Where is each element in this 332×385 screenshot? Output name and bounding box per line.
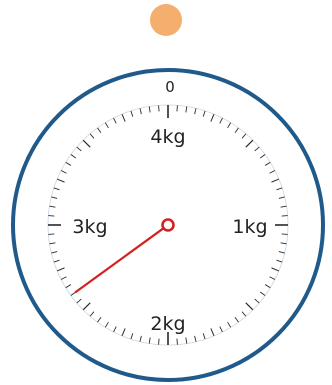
indicator-dot (150, 4, 182, 36)
label-4kg: 4kg (150, 126, 185, 148)
weighing-scale-dial: 0 1kg 2kg 3kg 4kg (11, 4, 325, 382)
zero-label: 0 (165, 78, 175, 96)
label-2kg: 2kg (150, 313, 185, 335)
needle-hub (161, 218, 175, 232)
label-3kg: 3kg (72, 216, 107, 238)
label-1kg: 1kg (232, 216, 267, 238)
